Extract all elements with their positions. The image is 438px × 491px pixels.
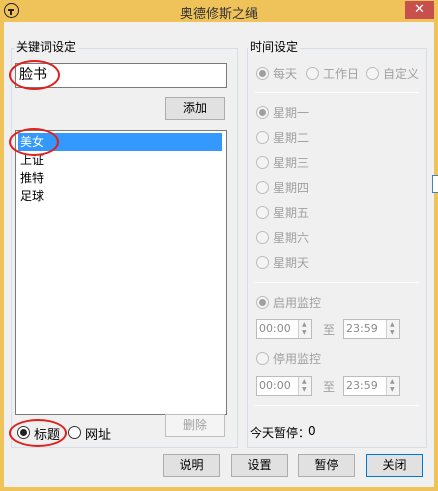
close-button[interactable]: 关闭 [366, 454, 423, 477]
weekday-radio[interactable] [256, 206, 269, 219]
annotation-circle [9, 419, 67, 447]
period-everyday-radio[interactable] [256, 67, 269, 80]
start-to-value: 23:59 [346, 322, 378, 335]
weekday-label: 星期天 [273, 256, 310, 270]
spin-arrows[interactable]: ▲ ▼ [386, 377, 399, 395]
weekday-label: 星期二 [273, 131, 310, 145]
spin-arrows[interactable]: ▲ ▼ [298, 320, 311, 338]
add-keyword-button[interactable]: 添加 [165, 97, 225, 120]
annotation-circle [9, 60, 60, 90]
weekday-label: 星期五 [273, 206, 310, 220]
weekday-radio[interactable] [256, 131, 269, 144]
to-label: 至 [323, 323, 336, 337]
annotation-circle [9, 128, 59, 156]
keyword-list-item[interactable]: 推特 [18, 169, 222, 187]
match-url-label: 网址 [85, 428, 112, 443]
period-workday-radio[interactable] [306, 67, 319, 80]
settings-button[interactable]: 设置 [231, 454, 288, 477]
weekday-label: 星期四 [273, 181, 310, 195]
pause-count-value: 0 [308, 424, 316, 438]
time-group-title: 时间设定 [248, 38, 301, 55]
spin-arrows[interactable]: ▲ ▼ [386, 320, 399, 338]
stop-from-value: 00:00 [259, 379, 291, 392]
period-workday-label: 工作日 [323, 67, 360, 81]
weekday-radio[interactable] [256, 181, 269, 194]
window-title: 奥德修斯之绳 [179, 7, 258, 22]
start-from-time[interactable]: 00:00 ▲ ▼ [256, 319, 312, 339]
start-monitor-label: 启用监控 [273, 296, 322, 310]
divider [255, 282, 419, 283]
weekday-radio[interactable] [256, 156, 269, 169]
stop-from-time[interactable]: 00:00 ▲ ▼ [256, 376, 312, 396]
start-to-time[interactable]: 23:59 ▲ ▼ [343, 319, 400, 339]
pause-count-label: 今天暂停： [250, 426, 311, 440]
match-url-radio[interactable] [68, 426, 81, 439]
stop-monitor-label: 停用监控 [273, 352, 322, 366]
help-button[interactable]: 说明 [163, 454, 220, 477]
keyword-list[interactable]: 美女 上证 推特 足球 [15, 130, 227, 415]
pause-button[interactable]: 暂停 [298, 454, 355, 477]
spin-arrows[interactable]: ▲ ▼ [298, 377, 311, 395]
stop-to-value: 23:59 [346, 379, 378, 392]
weekday-label: 星期一 [273, 106, 310, 120]
to-label: 至 [323, 380, 336, 394]
edge-tab [432, 175, 438, 193]
period-custom-label: 自定义 [383, 67, 420, 81]
keyword-list-item[interactable]: 足球 [18, 187, 222, 205]
weekday-radio[interactable] [256, 106, 269, 119]
window-close-button[interactable]: ✕ [405, 1, 434, 19]
weekday-label: 星期三 [273, 156, 310, 170]
weekday-radio[interactable] [256, 256, 269, 269]
delete-keyword-button[interactable]: 删除 [165, 414, 225, 437]
keyword-list-item[interactable]: 上证 [18, 151, 222, 169]
weekday-label: 星期六 [273, 231, 310, 245]
weekday-radio[interactable] [256, 231, 269, 244]
keywords-group-title: 关键词设定 [14, 38, 79, 55]
stop-to-time[interactable]: 23:59 ▲ ▼ [343, 376, 400, 396]
stop-monitor-radio[interactable] [256, 352, 269, 365]
period-everyday-label: 每天 [273, 67, 298, 81]
period-custom-radio[interactable] [366, 67, 379, 80]
start-from-value: 00:00 [259, 322, 291, 335]
divider [255, 405, 419, 406]
divider [255, 92, 419, 93]
start-monitor-radio[interactable] [256, 296, 269, 309]
